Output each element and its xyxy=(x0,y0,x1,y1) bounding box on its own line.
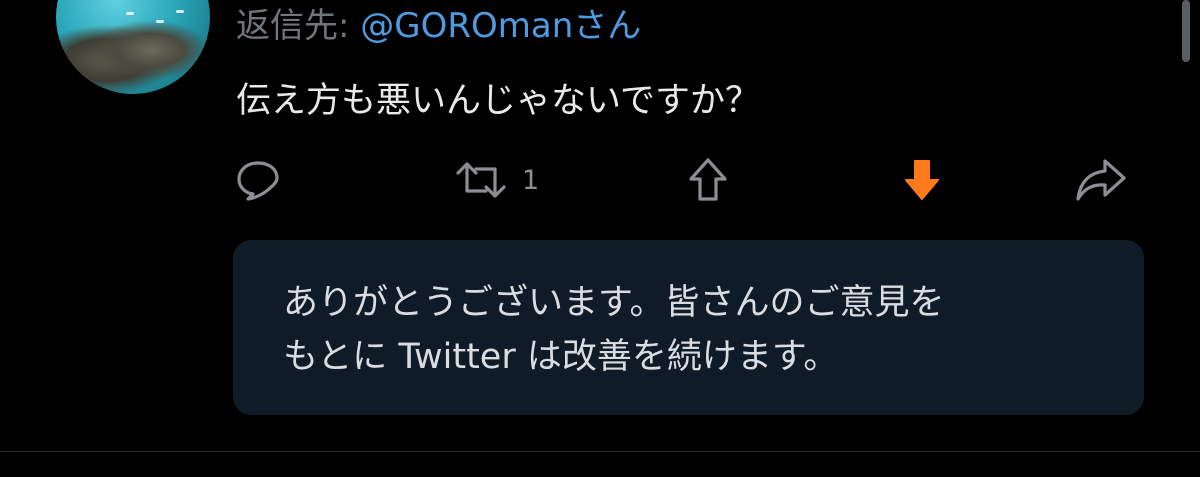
avatar-detail xyxy=(126,12,134,15)
feedback-notice: ありがとうございます。皆さんのご意見を もとに Twitter は改善を続けます… xyxy=(233,240,1144,415)
reply-to-label: 返信先: xyxy=(236,6,361,46)
tweet-divider xyxy=(0,451,1200,452)
speech-bubble-icon xyxy=(237,161,279,201)
notice-line-1: ありがとうございます。皆さんのご意見を xyxy=(283,283,945,323)
avatar-detail xyxy=(156,20,164,23)
up-arrow-outline-icon xyxy=(689,158,727,201)
reply-to-line: 返信先: @GOROmanさん xyxy=(236,4,641,48)
retweet-button[interactable]: 1 xyxy=(454,152,539,208)
avatar-detail xyxy=(176,10,184,13)
reply-to-handle-link[interactable]: @GOROman xyxy=(360,6,573,46)
tweet-text: 伝え方も悪いんじゃないですか？ xyxy=(236,81,760,121)
notice-line-2: もとに Twitter は改善を続けます。 xyxy=(283,337,839,377)
retweet-count: 1 xyxy=(522,164,540,196)
reply-to-honorific: さん xyxy=(573,6,642,46)
avatar[interactable] xyxy=(56,0,210,94)
scrollbar[interactable] xyxy=(1182,0,1190,62)
retweet-icon xyxy=(456,162,506,198)
share-button[interactable] xyxy=(1074,152,1128,208)
reply-button[interactable] xyxy=(236,152,280,208)
share-arrow-icon xyxy=(1076,159,1126,201)
downvote-button[interactable] xyxy=(900,152,944,208)
tweet-actions-bar: 1 xyxy=(236,152,1136,208)
down-arrow-filled-icon xyxy=(905,160,939,200)
upvote-button[interactable] xyxy=(686,152,730,208)
